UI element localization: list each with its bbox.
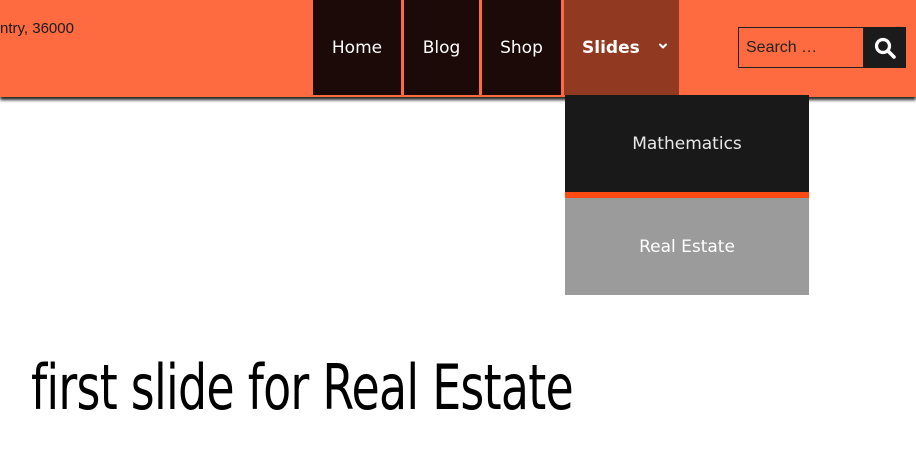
slides-dropdown-menu: Mathematics Real Estate	[565, 95, 809, 295]
site-header: ntry, 36000 Home Blog Shop Slides	[0, 0, 916, 97]
search-input[interactable]	[738, 27, 864, 68]
search-icon	[874, 37, 896, 59]
nav-item-label: Slides	[582, 37, 640, 58]
search-button[interactable]	[864, 27, 906, 68]
nav-item-label: Home	[331, 37, 383, 58]
dropdown-item-real-estate[interactable]: Real Estate	[565, 198, 809, 295]
chevron-down-icon[interactable]	[657, 40, 669, 52]
nav-item-home[interactable]: Home	[313, 0, 401, 95]
page-title: first slide for Real Estate	[31, 351, 574, 424]
nav-item-blog[interactable]: Blog	[404, 0, 479, 95]
header-address: ntry, 36000	[0, 20, 74, 37]
dropdown-item-label: Real Estate	[639, 236, 735, 257]
nav-item-shop[interactable]: Shop	[482, 0, 561, 95]
nav-item-slides[interactable]: Slides	[564, 0, 679, 95]
nav-item-label: Shop	[500, 37, 543, 58]
dropdown-item-label: Mathematics	[632, 133, 742, 154]
nav-item-label: Blog	[422, 37, 461, 58]
dropdown-item-mathematics[interactable]: Mathematics	[565, 95, 809, 198]
